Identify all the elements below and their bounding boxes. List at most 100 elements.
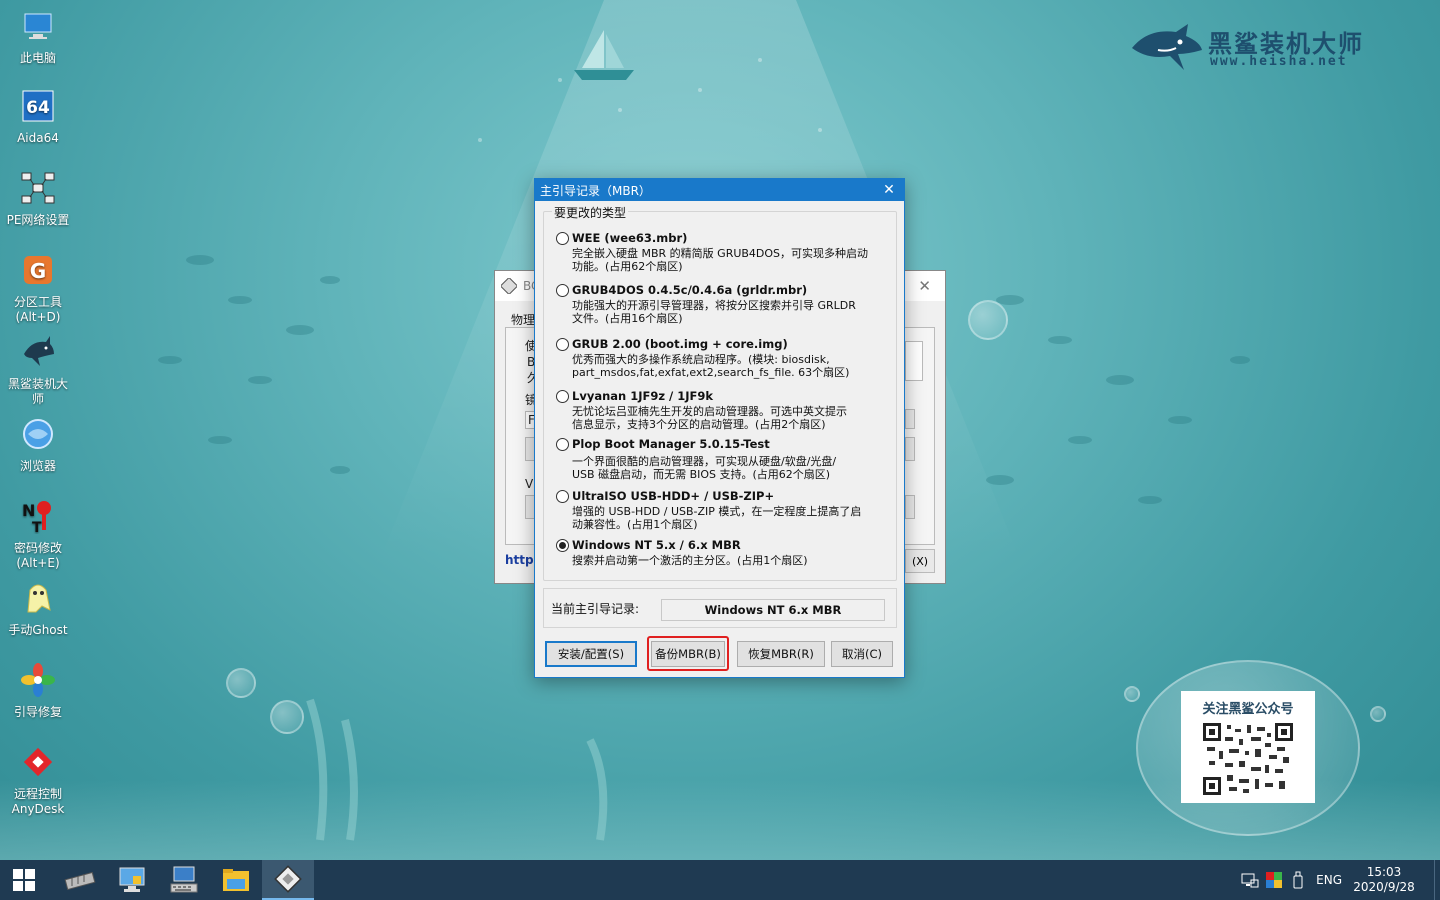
mbr-option-grub2[interactable]: GRUB 2.00 (boot.img + core.img) 优秀而强大的多操… <box>556 336 886 379</box>
start-button[interactable] <box>0 860 48 900</box>
radio-lvyanan[interactable] <box>556 389 569 403</box>
qr-card: 关注黑鲨公众号 <box>1181 691 1315 803</box>
windows-logo-icon <box>13 869 35 891</box>
bootice-right-button[interactable] <box>905 495 915 519</box>
taskbar-app-keyboard-pc[interactable] <box>158 860 210 900</box>
option-label: Lvyanan 1JF9z / 1JF9k <box>572 389 714 403</box>
anydesk-icon <box>23 747 53 777</box>
mbr-option-wee[interactable]: WEE (wee63.mbr) 完全嵌入硬盘 MBR 的精简版 GRUB4DOS… <box>556 230 886 273</box>
mbr-dialog-title: 主引导记录（MBR） <box>540 183 651 198</box>
bubble-decoration <box>968 300 1008 340</box>
desktop-icon-network-settings[interactable]: PE网络设置 <box>0 170 76 228</box>
desktop-icon-label: 分区工具 (Alt+D) <box>13 295 62 324</box>
mbr-option-windows-nt[interactable]: Windows NT 5.x / 6.x MBR 搜索并启动第一个激活的主分区。… <box>556 537 886 567</box>
radio-grub2[interactable] <box>556 337 569 351</box>
clock-date: 2020/9/28 <box>1353 880 1415 894</box>
bubble-decoration <box>226 668 256 698</box>
close-icon[interactable]: ✕ <box>874 179 904 201</box>
tray-color[interactable] <box>1262 860 1286 900</box>
mbr-option-ultraiso[interactable]: UltraISO USB-HDD+ / USB-ZIP+ 增强的 USB-HDD… <box>556 488 886 531</box>
password-tool-icon: NT <box>22 501 51 536</box>
option-label: Windows NT 5.x / 6.x MBR <box>572 538 741 552</box>
svg-text:G: G <box>30 259 46 283</box>
restore-mbr-button[interactable]: 恢复MBR(R) <box>737 641 825 667</box>
mbr-type-group-label: 要更改的类型 <box>552 204 629 221</box>
bootice-exit-button[interactable]: (X) <box>905 549 935 573</box>
mbr-dialog: 主引导记录（MBR） ✕ 要更改的类型 WEE (wee63.mbr) 完全嵌入… <box>534 178 905 678</box>
mbr-option-lvyanan[interactable]: Lvyanan 1JF9z / 1JF9k 无忧论坛吕亚楠先生开发的启动管理器。… <box>556 388 886 431</box>
option-label: UltraISO USB-HDD+ / USB-ZIP+ <box>572 489 775 503</box>
mbr-dialog-titlebar: 主引导记录（MBR） <box>535 179 904 201</box>
option-label: GRUB 2.00 (boot.img + core.img) <box>572 337 788 351</box>
taskbar: ENG 15:03 2020/9/28 <box>0 860 1440 900</box>
bootice-close-icon[interactable]: ✕ <box>918 277 931 295</box>
desktop-icon-partition-tool[interactable]: G 分区工具 (Alt+D) <box>0 252 76 325</box>
usb-device-icon <box>1293 871 1303 889</box>
browser-icon <box>23 419 53 449</box>
drive-tool-icon <box>64 871 96 891</box>
option-description: 一个界面很酷的启动管理器，可实现从硬盘/软盘/光盘/ USB 磁盘启动，而无需 … <box>572 455 837 481</box>
sailboat-illustration <box>574 30 634 80</box>
heisha-shark-icon <box>24 336 54 366</box>
bootice-app-icon <box>501 278 517 294</box>
qr-title: 关注黑鲨公众号 <box>1202 702 1294 717</box>
radio-wee[interactable] <box>556 231 569 245</box>
option-description: 增强的 USB-HDD / USB-ZIP 模式，在一定程度上提高了启 动兼容性… <box>572 505 862 531</box>
taskbar-app-network-pc[interactable] <box>106 860 158 900</box>
bootice-right-button[interactable] <box>905 437 915 461</box>
cancel-button[interactable]: 取消(C) <box>831 641 893 667</box>
heisha-brand-logo: 黑鲨装机大师 www.heisha.net <box>1128 18 1398 78</box>
input-language-indicator[interactable]: ENG <box>1316 873 1342 887</box>
option-label: GRUB4DOS 0.4.5c/0.4.6a (grldr.mbr) <box>572 283 808 297</box>
tray-network[interactable] <box>1238 860 1262 900</box>
bootice-exit-label: (X) <box>911 554 929 568</box>
shark-logo-icon <box>1132 24 1202 70</box>
desktop-icon-ghost[interactable]: 手动Ghost <box>0 580 76 638</box>
aida64-icon: 64 <box>22 90 54 122</box>
radio-ultraiso[interactable] <box>556 489 569 503</box>
tray-usb[interactable] <box>1286 860 1310 900</box>
network-status-icon <box>1241 873 1259 888</box>
desktop-icon-this-pc[interactable]: 此电脑 <box>0 8 76 66</box>
desktop-icon-aida64[interactable]: 64 Aida64 <box>0 88 76 146</box>
svg-text:T: T <box>32 520 42 534</box>
taskbar-app-drive-tool[interactable] <box>54 860 106 900</box>
option-label: Plop Boot Manager 5.0.15-Test <box>572 437 770 451</box>
this-pc-icon <box>24 13 52 39</box>
desktop-icon-label: 此电脑 <box>19 51 56 65</box>
radio-plop[interactable] <box>556 437 569 451</box>
desktop-icon-anydesk[interactable]: 远程控制 AnyDesk <box>0 744 76 817</box>
bubble-decoration <box>1370 706 1386 722</box>
mbr-option-plop[interactable]: Plop Boot Manager 5.0.15-Test 一个界面很酷的启动管… <box>556 436 886 481</box>
taskbar-app-bootice[interactable] <box>262 860 314 900</box>
radio-windows-nt[interactable] <box>556 538 569 552</box>
boot-repair-icon <box>21 663 55 697</box>
bubble-decoration <box>270 700 304 734</box>
desktop-icon-boot-repair[interactable]: 引导修复 <box>0 662 76 720</box>
radio-grub4dos[interactable] <box>556 283 569 297</box>
show-desktop-button[interactable] <box>1434 860 1440 900</box>
desktop-icon-label: 手动Ghost <box>8 623 68 637</box>
keyboard-pc-icon <box>170 866 198 893</box>
desktop-icon-label: 浏览器 <box>19 459 56 473</box>
network-settings-icon <box>21 172 55 204</box>
backup-highlight-box <box>647 636 729 671</box>
bootice-right-button[interactable] <box>905 409 915 429</box>
taskbar-clock[interactable]: 15:03 2020/9/28 <box>1352 865 1416 895</box>
option-description: 搜索并启动第一个激活的主分区。(占用1个扇区) <box>572 554 808 567</box>
bootice-tab-physical[interactable]: 物理 <box>511 311 535 328</box>
desktop-icon-password-tool[interactable]: NT 密码修改 (Alt+E) <box>0 498 76 571</box>
taskbar-app-file-explorer[interactable] <box>210 860 262 900</box>
network-pc-icon <box>119 867 145 892</box>
color-settings-icon <box>1266 872 1283 888</box>
desktop-icon-heisha[interactable]: 黑鲨装机大 师 <box>0 334 76 407</box>
desktop-icon-browser[interactable]: 浏览器 <box>0 416 76 474</box>
current-mbr-label: 当前主引导记录: <box>551 602 640 616</box>
desktop-icon-label: 远程控制 AnyDesk <box>11 787 65 816</box>
option-description: 无忧论坛吕亚楠先生开发的启动管理器。可选中英文提示 信息显示，支持3个分区的启动… <box>572 405 847 431</box>
bootice-right-field <box>905 341 923 381</box>
install-config-button[interactable]: 安装/配置(S) <box>545 641 637 667</box>
mbr-option-grub4dos[interactable]: GRUB4DOS 0.4.5c/0.4.6a (grldr.mbr) 功能强大的… <box>556 282 886 325</box>
qr-code-image <box>1203 723 1293 795</box>
bubble-decoration <box>1124 686 1140 702</box>
